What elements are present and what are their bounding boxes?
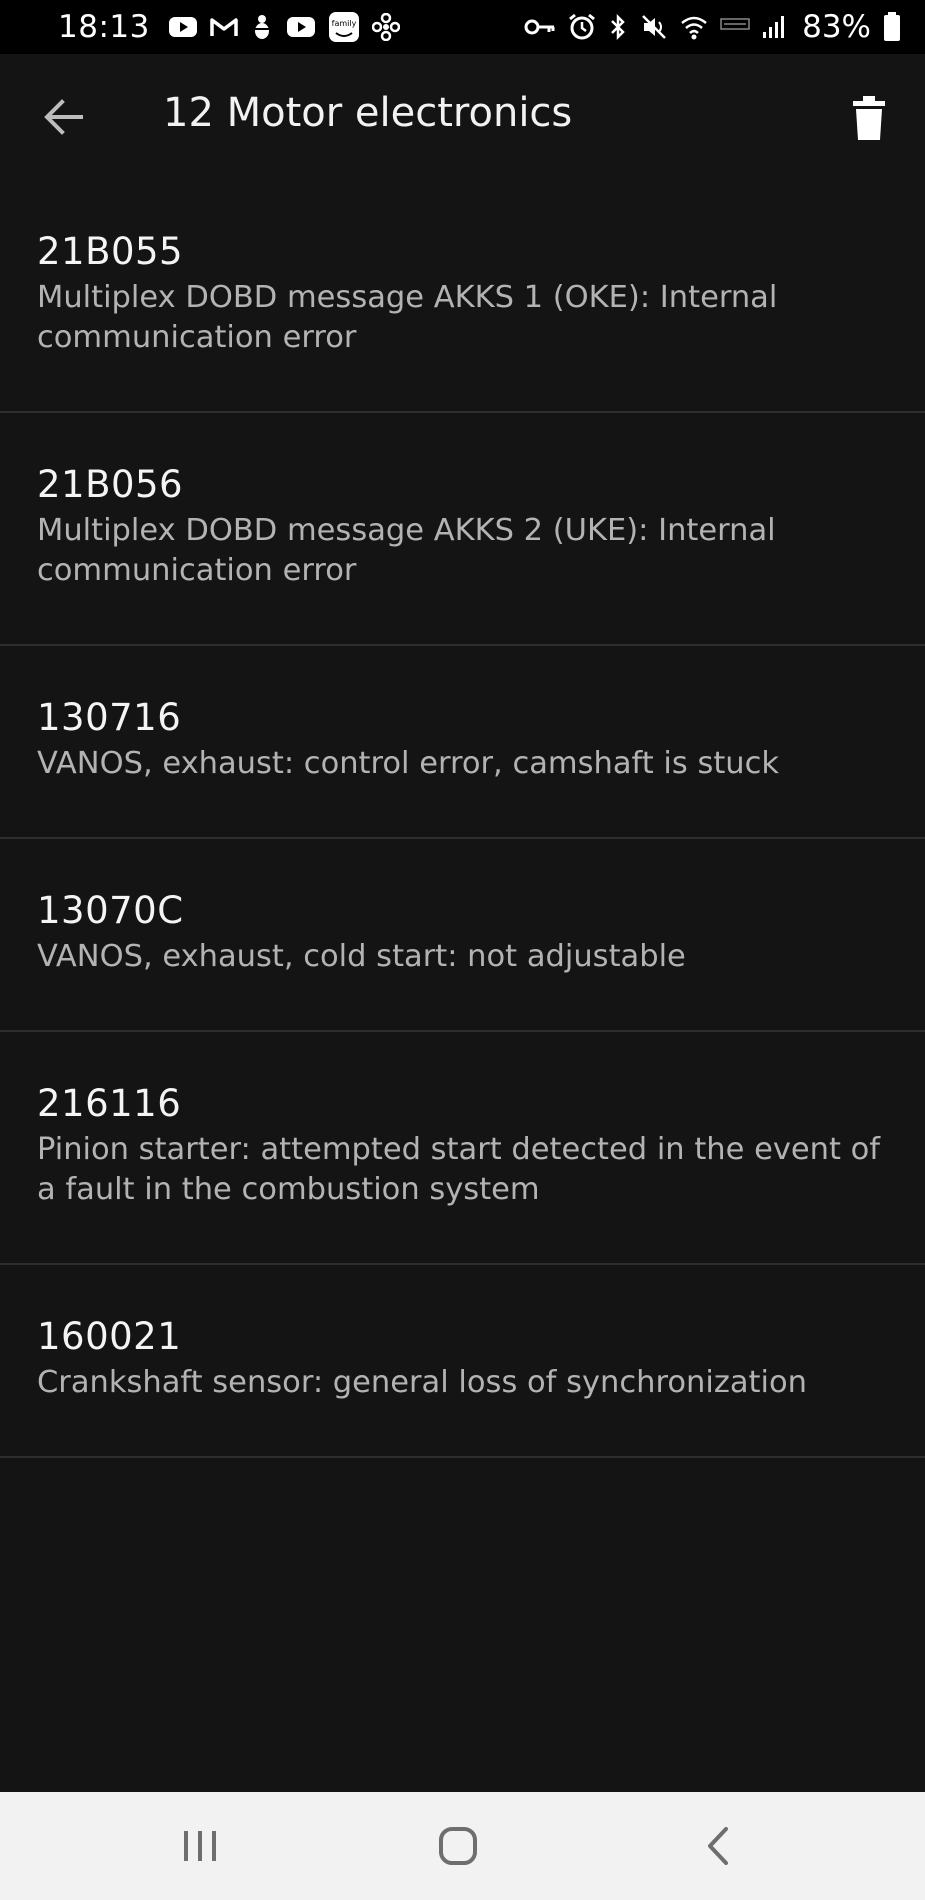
fault-code: 21B056 xyxy=(37,463,184,506)
app-bar: 12 Motor electronics xyxy=(0,54,925,182)
fault-item-216116[interactable]: 216116 Pinion starter: attempted start d… xyxy=(0,1032,925,1265)
fault-list: 21B055 Multiplex DOBD message AKKS 1 (OK… xyxy=(0,180,925,1458)
fault-item-130716[interactable]: 130716 VANOS, exhaust: control error, ca… xyxy=(0,646,925,839)
fault-description: Pinion starter: attempted start detected… xyxy=(37,1132,881,1207)
back-button[interactable] xyxy=(38,92,88,142)
page-title: 12 Motor electronics xyxy=(163,90,573,136)
status-time: 18:13 xyxy=(58,9,150,45)
fault-description: Crankshaft sensor: general loss of synch… xyxy=(37,1365,807,1400)
fault-description: VANOS, exhaust: control error, camshaft … xyxy=(37,746,780,781)
fault-description: Multiplex DOBD message AKKS 2 (UKE): Int… xyxy=(37,513,776,588)
arrow-back-icon xyxy=(44,99,83,135)
alarm-icon xyxy=(568,10,596,44)
delete-button[interactable] xyxy=(843,90,895,146)
status-right: 83% xyxy=(524,9,901,45)
fan-icon xyxy=(371,10,400,44)
youtube-icon xyxy=(168,10,198,44)
mute-icon xyxy=(640,10,668,44)
fault-code: 21B055 xyxy=(37,230,184,273)
gmail-icon xyxy=(210,10,238,44)
youtube-icon xyxy=(286,10,316,44)
fault-item-21b055[interactable]: 21B055 Multiplex DOBD message AKKS 1 (OK… xyxy=(0,180,925,413)
fault-code: 160021 xyxy=(37,1315,182,1358)
volte-icon xyxy=(720,10,750,44)
fault-code: 216116 xyxy=(37,1082,182,1125)
wifi-icon xyxy=(680,10,708,44)
nav-back-button[interactable] xyxy=(677,1814,757,1878)
status-bar: 18:13 family 83% xyxy=(0,0,925,54)
recents-button[interactable] xyxy=(160,1814,240,1878)
battery-percent: 83% xyxy=(802,9,871,45)
fault-code: 130716 xyxy=(37,696,182,739)
bluetooth-icon xyxy=(608,10,628,44)
signal-icon xyxy=(762,10,788,44)
family-badge-text: family xyxy=(331,19,356,28)
trash-icon xyxy=(853,96,885,140)
status-left: 18:13 family xyxy=(58,9,400,45)
fault-item-13070c[interactable]: 13070C VANOS, exhaust, cold start: not a… xyxy=(0,839,925,1032)
fault-code: 13070C xyxy=(37,889,184,932)
home-icon xyxy=(439,1827,477,1865)
fault-description: VANOS, exhaust, cold start: not adjustab… xyxy=(37,939,686,974)
bug-icon xyxy=(250,10,274,44)
nav-back-icon xyxy=(708,1827,728,1865)
home-button[interactable] xyxy=(418,1814,498,1878)
recents-icon xyxy=(184,1831,216,1861)
fault-item-160021[interactable]: 160021 Crankshaft sensor: general loss o… xyxy=(0,1265,925,1458)
fault-description: Multiplex DOBD message AKKS 1 (OKE): Int… xyxy=(37,280,778,355)
family-app-icon: family xyxy=(328,10,360,44)
vpn-key-icon xyxy=(524,10,556,44)
battery-icon xyxy=(883,10,901,44)
fault-item-21b056[interactable]: 21B056 Multiplex DOBD message AKKS 2 (UK… xyxy=(0,413,925,646)
nav-bar xyxy=(0,1792,925,1900)
screen: 18:13 family 83% 12 Motor electronics 21… xyxy=(0,0,925,1900)
